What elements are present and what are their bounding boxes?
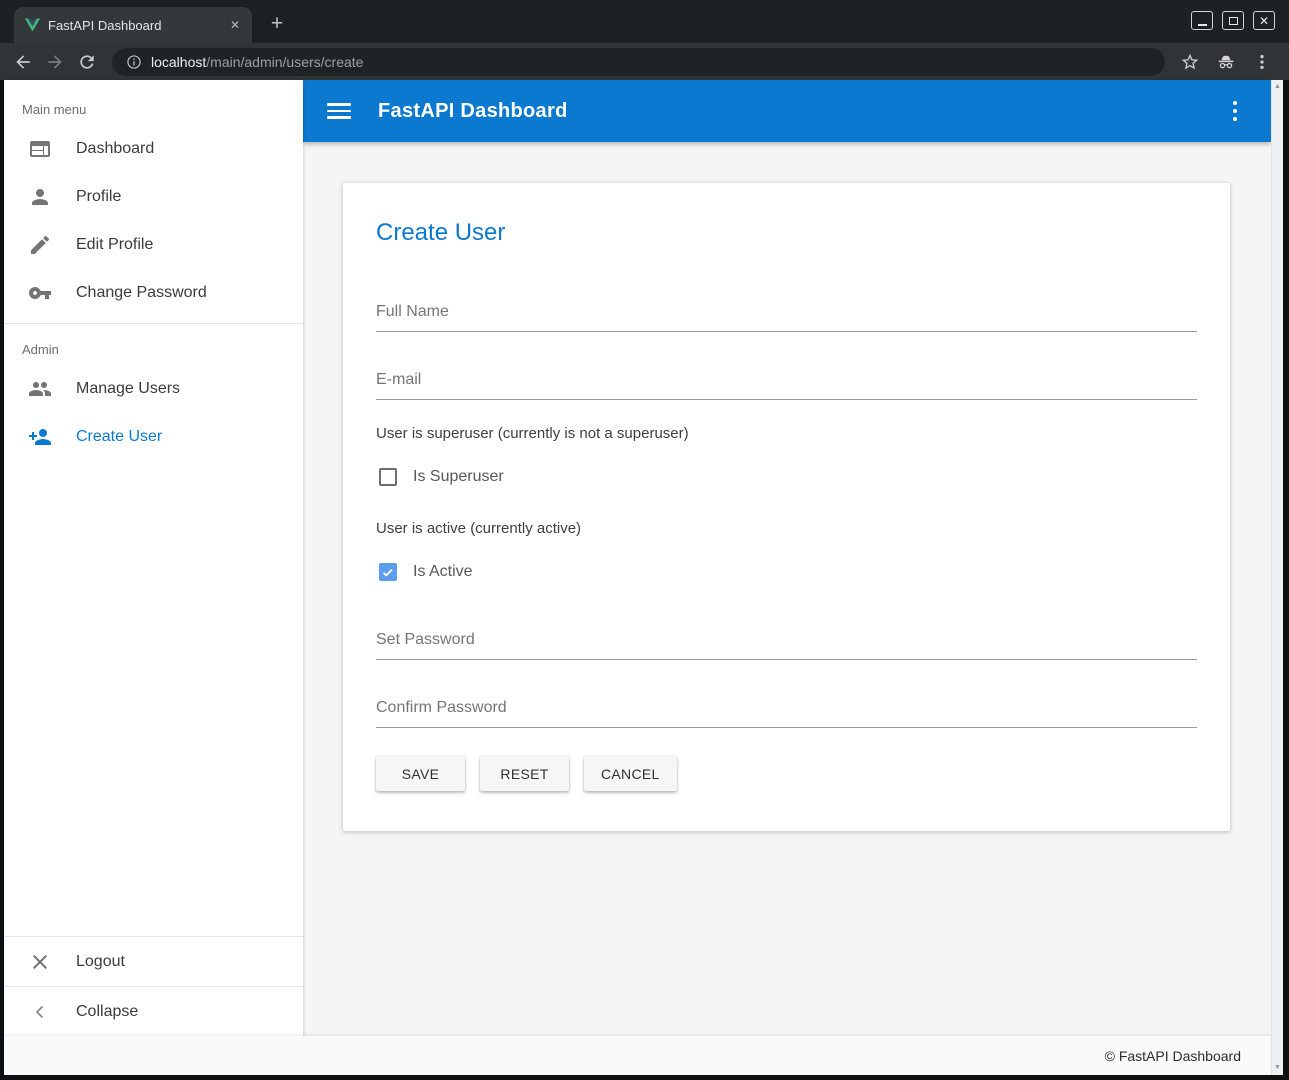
- maximize-button[interactable]: [1222, 11, 1244, 30]
- minimize-button[interactable]: [1191, 11, 1213, 30]
- tab-title: FastAPI Dashboard: [48, 18, 218, 33]
- save-button[interactable]: SAVE: [376, 756, 465, 791]
- browser-menu-kebab-icon[interactable]: [1251, 51, 1273, 73]
- chevron-left-icon: [28, 1000, 52, 1024]
- reload-icon[interactable]: [76, 51, 98, 73]
- create-user-card: Create User User is superuser (currently…: [343, 183, 1230, 831]
- url-host: localhost: [151, 54, 206, 70]
- confirm-password-field: [376, 691, 1197, 728]
- maximize-icon: [1229, 17, 1238, 25]
- pencil-icon: [28, 233, 52, 257]
- sidebar-section-admin: Admin: [4, 330, 303, 365]
- site-info-icon[interactable]: [126, 54, 142, 70]
- email-field: [376, 363, 1197, 400]
- page-footer: © FastAPI Dashboard: [4, 1036, 1271, 1075]
- set-password-field: [376, 623, 1197, 660]
- sidebar-item-label: Create User: [76, 428, 162, 446]
- main-content: Create User User is superuser (currently…: [303, 142, 1271, 1036]
- back-icon[interactable]: [12, 51, 34, 73]
- sidebar-section-main-menu: Main menu: [4, 80, 303, 125]
- browser-window: FastAPI Dashboard ✕ + ✕ localhost/main/a…: [0, 0, 1289, 1080]
- full-name-input[interactable]: [376, 295, 1197, 332]
- sidebar-item-dashboard[interactable]: Dashboard: [4, 125, 303, 173]
- set-password-input[interactable]: [376, 623, 1197, 660]
- checkbox-checked-icon[interactable]: [379, 563, 397, 581]
- close-button[interactable]: ✕: [1253, 11, 1275, 30]
- form-buttons: SAVE RESET CANCEL: [376, 756, 1197, 791]
- forward-icon[interactable]: [44, 51, 66, 73]
- browser-toolbar: localhost/main/admin/users/create: [0, 43, 1289, 80]
- close-icon: ✕: [1259, 15, 1269, 27]
- sidebar-item-logout[interactable]: Logout: [4, 937, 303, 986]
- page-body: Main menu Dashboard Profile: [4, 80, 1271, 1075]
- app-bar-kebab-icon[interactable]: [1223, 99, 1247, 123]
- sidebar-divider: [4, 323, 303, 324]
- dashboard-icon: [28, 137, 52, 161]
- tab-close-icon[interactable]: ✕: [226, 16, 244, 34]
- logout-x-icon: [28, 950, 52, 974]
- checkbox-label: Is Superuser: [413, 468, 504, 486]
- page-scrollbar[interactable]: ▲ ▼: [1271, 80, 1283, 1075]
- minimize-icon: [1198, 24, 1207, 26]
- vue-logo-icon: [25, 18, 40, 32]
- url-bar[interactable]: localhost/main/admin/users/create: [112, 48, 1165, 76]
- sidebar-item-label: Collapse: [76, 1003, 138, 1021]
- url-path: /main/admin/users/create: [206, 54, 363, 70]
- full-name-field: [376, 295, 1197, 332]
- browser-tab[interactable]: FastAPI Dashboard ✕: [14, 7, 252, 43]
- is-active-checkbox-row[interactable]: Is Active: [379, 563, 1197, 581]
- sidebar-item-change-password[interactable]: Change Password: [4, 269, 303, 317]
- cancel-button[interactable]: CANCEL: [584, 756, 677, 791]
- email-input[interactable]: [376, 363, 1197, 400]
- sidebar-item-label: Change Password: [76, 284, 207, 302]
- sidebar-item-profile[interactable]: Profile: [4, 173, 303, 221]
- page-viewport: Main menu Dashboard Profile: [4, 80, 1283, 1075]
- sidebar-item-manage-users[interactable]: Manage Users: [4, 365, 303, 413]
- confirm-password-input[interactable]: [376, 691, 1197, 728]
- sidebar-item-edit-profile[interactable]: Edit Profile: [4, 221, 303, 269]
- scroll-down-icon[interactable]: ▼: [1274, 1064, 1281, 1071]
- tab-strip: FastAPI Dashboard ✕ + ✕: [0, 0, 1289, 43]
- sidebar-item-create-user[interactable]: Create User: [4, 413, 303, 461]
- toolbar-right: [1179, 51, 1277, 73]
- scroll-up-icon[interactable]: ▲: [1274, 83, 1281, 90]
- sidebar-bottom: Logout Collapse: [4, 936, 303, 1036]
- sidebar-item-label: Edit Profile: [76, 236, 153, 254]
- url-text: localhost/main/admin/users/create: [151, 54, 363, 70]
- bookmark-star-icon[interactable]: [1179, 51, 1201, 73]
- sidebar-item-collapse[interactable]: Collapse: [4, 987, 303, 1036]
- new-tab-button[interactable]: +: [262, 9, 292, 39]
- superuser-note: User is superuser (currently is not a su…: [376, 425, 1197, 442]
- app-bar: FastAPI Dashboard: [303, 80, 1271, 142]
- incognito-icon: [1215, 51, 1237, 73]
- key-icon: [28, 281, 52, 305]
- checkbox-label: Is Active: [413, 563, 473, 581]
- sidebar-item-label: Manage Users: [76, 380, 180, 398]
- sidebar: Main menu Dashboard Profile: [4, 80, 303, 1036]
- app-bar-title: FastAPI Dashboard: [378, 100, 568, 123]
- people-icon: [28, 377, 52, 401]
- sidebar-item-label: Dashboard: [76, 140, 154, 158]
- page-title: Create User: [376, 219, 1197, 247]
- active-note: User is active (currently active): [376, 520, 1197, 537]
- checkbox-unchecked-icon[interactable]: [379, 468, 397, 486]
- content-row: Main menu Dashboard Profile: [4, 80, 1271, 1036]
- person-add-icon: [28, 425, 52, 449]
- sidebar-item-label: Logout: [76, 953, 125, 971]
- person-icon: [28, 185, 52, 209]
- sidebar-item-label: Profile: [76, 188, 121, 206]
- hamburger-menu-icon[interactable]: [327, 99, 351, 123]
- main-area: FastAPI Dashboard Create User: [303, 80, 1271, 1036]
- window-controls: ✕: [1191, 11, 1275, 30]
- footer-copyright: © FastAPI Dashboard: [1105, 1048, 1241, 1064]
- reset-button[interactable]: RESET: [480, 756, 569, 791]
- is-superuser-checkbox-row[interactable]: Is Superuser: [379, 468, 1197, 486]
